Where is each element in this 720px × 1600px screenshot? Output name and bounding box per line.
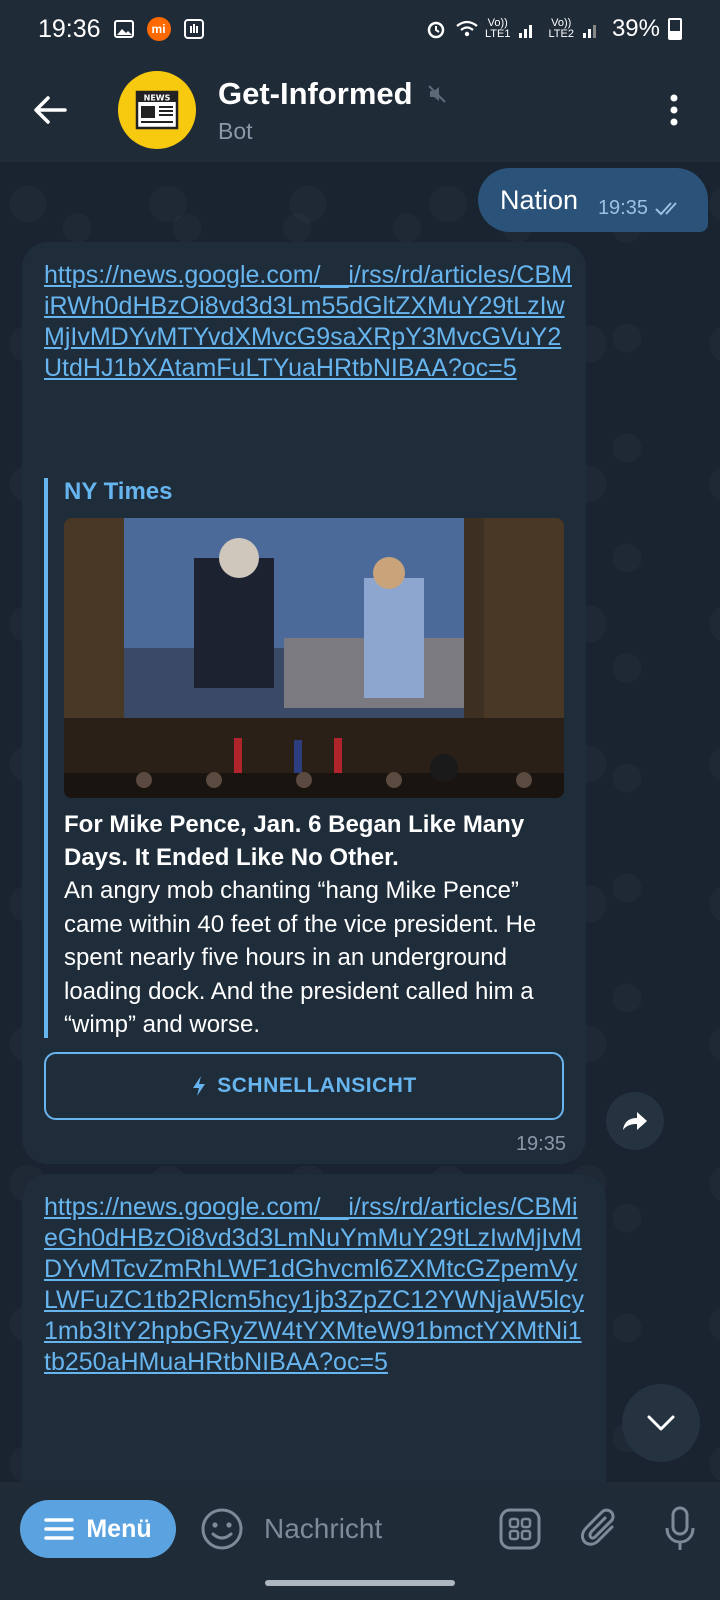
paperclip-icon xyxy=(580,1508,615,1546)
gallery-icon xyxy=(113,18,135,40)
microphone-icon xyxy=(665,1506,695,1550)
sim1-label: Vo)) LTE1 xyxy=(484,17,511,40)
preview-image[interactable] xyxy=(64,518,564,798)
message-link[interactable]: https://news.google.com/__i/rss/rd/artic… xyxy=(44,260,574,384)
chat-title-block[interactable]: Get-Informed Bot xyxy=(218,76,447,145)
double-check-icon xyxy=(655,202,677,216)
home-handle[interactable] xyxy=(265,1580,455,1586)
scroll-down-button[interactable] xyxy=(622,1384,700,1462)
preview-title: For Mike Pence, Jan. 6 Began Like Many D… xyxy=(64,811,525,871)
emoji-button[interactable] xyxy=(196,1503,248,1555)
status-left: 19:36 mi xyxy=(38,15,205,44)
preview-site-name: NY Times xyxy=(64,478,173,505)
status-right: Vo)) LTE1 Vo)) LTE2 39% xyxy=(425,15,682,43)
quick-view-label: SCHNELLANSICHT xyxy=(217,1074,417,1097)
keyboard-grid-icon xyxy=(499,1508,541,1550)
navigation-bar xyxy=(0,1576,720,1600)
chevron-down-icon xyxy=(647,1415,675,1431)
gesture-icon xyxy=(183,18,205,40)
chat-title: Get-Informed xyxy=(218,75,413,111)
message-link[interactable]: https://news.google.com/__i/rss/rd/artic… xyxy=(44,1192,584,1378)
battery-icon xyxy=(668,18,682,40)
microphone-button[interactable] xyxy=(652,1501,708,1557)
share-icon xyxy=(623,1112,647,1130)
menu-button[interactable]: Menü xyxy=(20,1500,176,1558)
menu-icon xyxy=(44,1518,75,1540)
status-time: 19:36 xyxy=(38,14,101,43)
battery-percent: 39% xyxy=(611,15,660,42)
menu-label: Menü xyxy=(86,1514,152,1543)
hearing-room-photo xyxy=(64,518,564,798)
input-bar: Menü xyxy=(0,1482,720,1576)
muted-icon xyxy=(427,84,446,103)
emoji-icon xyxy=(201,1508,243,1550)
signal-icon xyxy=(582,18,604,40)
back-arrow-icon xyxy=(34,96,67,124)
chat-header: NEWS Get-Informed Bot xyxy=(0,58,720,162)
sim2-label: Vo)) LTE2 xyxy=(548,17,574,40)
incoming-message[interactable]: https://news.google.com/__i/rss/rd/artic… xyxy=(22,242,586,1164)
chat-subtitle: Bot xyxy=(218,117,253,144)
back-button[interactable] xyxy=(0,58,100,162)
incoming-message[interactable]: https://news.google.com/__i/rss/rd/artic… xyxy=(22,1174,606,1482)
message-time: 19:35 xyxy=(515,1133,566,1155)
more-options-button[interactable] xyxy=(644,58,704,162)
signal-icon xyxy=(518,18,540,40)
status-bar: 19:36 mi Vo)) LTE1 Vo)) LTE2 39% xyxy=(0,0,720,58)
preview-description: An angry mob chanting “hang Mike Pence” … xyxy=(64,877,537,1038)
avatar[interactable]: NEWS xyxy=(118,71,196,149)
wifi-icon xyxy=(455,18,478,40)
mi-icon: mi xyxy=(146,17,171,41)
message-meta: 19:35 xyxy=(598,197,686,220)
lightning-icon xyxy=(193,1076,206,1096)
link-preview[interactable]: NY Times For Mike Pence, Jan. 6 Began Li… xyxy=(44,478,564,1038)
attach-button[interactable] xyxy=(572,1501,628,1557)
bot-keyboard-button[interactable] xyxy=(492,1501,548,1557)
message-time: 19:35 xyxy=(597,196,648,219)
quick-view-button[interactable]: SCHNELLANSICHT xyxy=(44,1052,564,1120)
newspaper-icon: NEWS xyxy=(135,90,179,130)
message-input[interactable] xyxy=(264,1504,454,1554)
outgoing-message[interactable]: Nation 19:35 xyxy=(478,168,708,232)
svg-text:NEWS: NEWS xyxy=(144,94,171,103)
alarm-icon xyxy=(425,18,447,40)
forward-button[interactable] xyxy=(606,1092,664,1150)
message-text: Nation xyxy=(500,184,579,215)
more-vert-icon xyxy=(670,94,678,126)
chat-area[interactable]: Nation 19:35 https://news.google.com/__i… xyxy=(0,162,720,1482)
